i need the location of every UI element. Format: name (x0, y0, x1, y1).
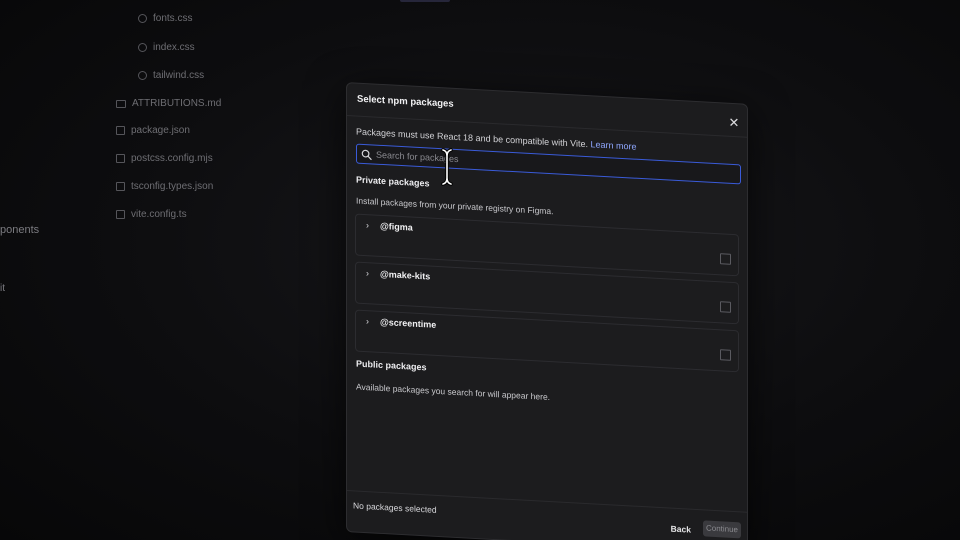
file-tree-label: tailwind.css (153, 70, 205, 81)
desktop-background: fonts.css index.css tailwind.css ATTRIBU… (0, 0, 960, 540)
text-cursor-icon (441, 148, 453, 186)
file-tree-label: postcss.config.mjs (131, 153, 213, 164)
top-highlight (400, 0, 450, 2)
package-name: @make-kits (380, 268, 431, 282)
package-name: @figma (380, 220, 413, 233)
dialog-footer: No packages selected Back Continue (347, 490, 747, 540)
package-checkbox[interactable] (720, 301, 731, 313)
file-tree-item[interactable]: fonts.css (138, 13, 192, 24)
selection-status: No packages selected (353, 500, 437, 515)
file-tree-label: tsconfig.types.json (131, 181, 214, 192)
file-tree-item[interactable]: index.css (138, 42, 195, 53)
file-tree-label: package.json (131, 125, 190, 136)
file-tree-label: index.css (153, 42, 195, 53)
globe-icon (138, 14, 147, 23)
file-icon (116, 182, 125, 191)
file-tree-label: ATTRIBUTIONS.md (132, 98, 222, 109)
file-icon (116, 154, 125, 163)
package-name: @screentime (380, 316, 437, 330)
file-tree-item[interactable]: postcss.config.mjs (116, 153, 213, 164)
file-tree: fonts.css index.css tailwind.css ATTRIBU… (0, 0, 330, 540)
private-packages-heading: Private packages (356, 174, 430, 189)
sidebar-fragment-label[interactable]: ponents (0, 224, 39, 236)
continue-button[interactable]: Continue (703, 520, 741, 539)
file-tree-item[interactable]: tsconfig.types.json (116, 181, 213, 192)
package-icon (116, 126, 125, 135)
file-tree-label: fonts.css (153, 13, 193, 24)
chevron-right-icon[interactable]: › (366, 316, 369, 326)
file-tree-item[interactable]: package.json (116, 125, 190, 136)
file-tree-item[interactable]: vite.config.ts (116, 209, 187, 220)
file-tree-item[interactable]: ATTRIBUTIONS.md (116, 98, 221, 109)
markdown-icon (116, 99, 126, 108)
private-packages-description: Install packages from your private regis… (356, 195, 554, 217)
file-tree-label: vite.config.ts (131, 209, 187, 220)
close-button[interactable]: ✕ (727, 114, 741, 131)
search-icon (361, 149, 372, 160)
close-icon: ✕ (728, 114, 740, 131)
file-tree-item[interactable]: tailwind.css (138, 70, 204, 81)
globe-icon (138, 71, 147, 80)
chevron-right-icon[interactable]: › (366, 220, 369, 230)
file-icon (116, 210, 125, 219)
select-npm-packages-dialog: Select npm packages ✕ Packages must use … (346, 82, 748, 540)
globe-icon (138, 43, 147, 52)
sidebar-fragment-label[interactable]: it (0, 283, 5, 294)
learn-more-link[interactable]: Learn more (590, 139, 636, 151)
back-button[interactable]: Back (667, 520, 695, 538)
dialog-title: Select npm packages (357, 93, 454, 110)
search-input[interactable] (376, 149, 740, 180)
package-checkbox[interactable] (720, 349, 731, 361)
package-checkbox[interactable] (720, 253, 731, 265)
chevron-right-icon[interactable]: › (366, 268, 369, 278)
public-packages-description: Available packages you search for will a… (356, 381, 551, 403)
public-packages-heading: Public packages (356, 358, 427, 373)
